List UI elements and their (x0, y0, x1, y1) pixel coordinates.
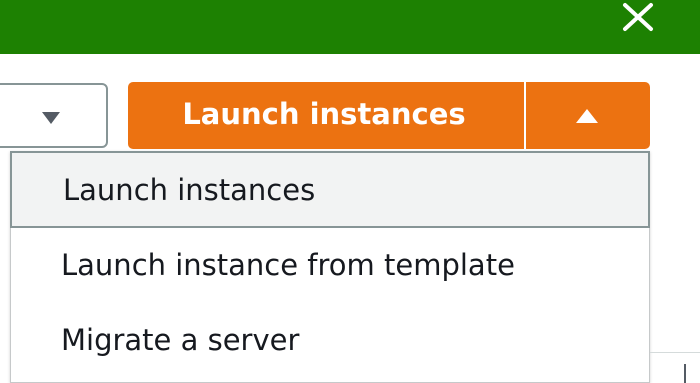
menu-item-label: Migrate a server (61, 323, 300, 357)
menu-item-migrate-server[interactable]: Migrate a server (11, 302, 651, 378)
menu-item-label: Launch instance from template (61, 248, 515, 282)
menu-item-label: Launch instances (63, 172, 316, 207)
menu-item-launch-from-template[interactable]: Launch instance from template (11, 228, 651, 302)
caret-down-icon (41, 110, 61, 129)
divider (684, 364, 686, 383)
divider (650, 352, 700, 353)
actions-dropdown-button[interactable] (0, 83, 108, 148)
launch-instances-button[interactable]: Launch instances (128, 82, 524, 149)
menu-item-launch-instances[interactable]: Launch instances (10, 151, 650, 228)
launch-instances-button-label: Launch instances (182, 96, 466, 131)
caret-up-icon (575, 108, 599, 128)
launch-options-toggle-button[interactable] (526, 82, 650, 149)
close-icon[interactable] (618, 2, 658, 34)
notification-banner (0, 0, 700, 54)
launch-options-menu: Launch instances Launch instance from te… (10, 151, 650, 383)
